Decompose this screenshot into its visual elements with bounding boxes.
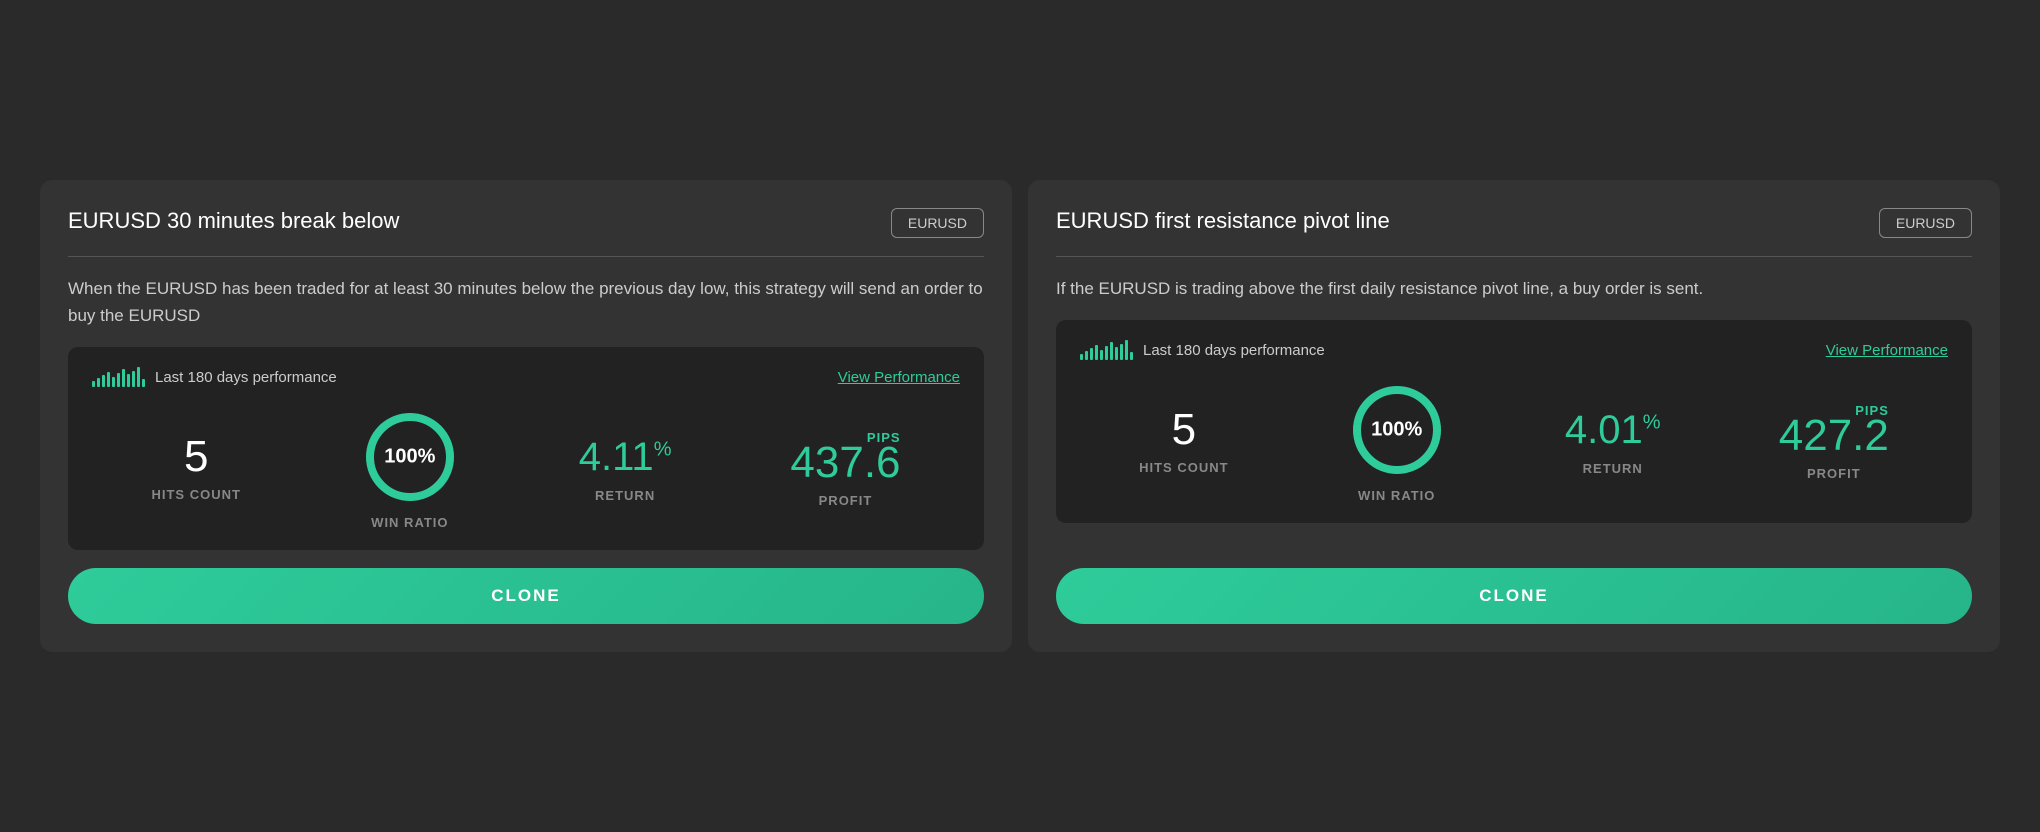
clone-button[interactable]: CLONE: [68, 568, 984, 624]
cards-container: EURUSD 30 minutes break below EURUSD Whe…: [20, 160, 2020, 672]
profit-metric: PIPS 437.6 PROFIT: [790, 430, 900, 508]
return-metric: 4.01% RETURN: [1565, 408, 1661, 476]
return-label: RETURN: [595, 488, 655, 503]
card-title: EURUSD 30 minutes break below: [68, 208, 875, 234]
card-divider: [68, 256, 984, 257]
performance-box: Last 180 days performance View Performan…: [1056, 320, 1972, 523]
hits-count-value: 5: [1172, 408, 1196, 452]
view-performance-link[interactable]: View Performance: [838, 369, 960, 386]
strategy-card-1: EURUSD 30 minutes break below EURUSD Whe…: [40, 180, 1012, 652]
profit-container: PIPS 437.6: [790, 430, 900, 485]
performance-label: Last 180 days performance: [1143, 342, 1325, 359]
return-value: 4.11%: [579, 435, 672, 480]
hits-count-metric: 5 HITS COUNT: [1139, 408, 1228, 475]
win-ratio-label-inner: 100%: [384, 446, 435, 469]
bars-chart-icon: [92, 367, 145, 387]
win-ratio-metric: 100% WIN RATIO: [360, 407, 460, 530]
performance-header: Last 180 days performance View Performan…: [92, 367, 960, 387]
card-header: EURUSD 30 minutes break below EURUSD: [68, 208, 984, 238]
performance-metrics: 5 HITS COUNT 100% WIN RATIO: [1080, 380, 1948, 503]
win-ratio-metric: 100% WIN RATIO: [1347, 380, 1447, 503]
return-metric: 4.11% RETURN: [579, 435, 672, 503]
return-label: RETURN: [1583, 461, 1643, 476]
card-title: EURUSD first resistance pivot line: [1056, 208, 1863, 234]
win-ratio-donut: 100%: [1347, 380, 1447, 480]
profit-metric: PIPS 427.2 PROFIT: [1779, 403, 1889, 481]
bars-chart-icon: [1080, 340, 1133, 360]
win-ratio-label: WIN RATIO: [371, 515, 448, 530]
profit-value: 427.2: [1779, 414, 1889, 458]
hits-count-label: HITS COUNT: [151, 487, 240, 502]
win-ratio-donut: 100%: [360, 407, 460, 507]
view-performance-link[interactable]: View Performance: [1826, 342, 1948, 359]
profit-value: 437.6: [790, 441, 900, 485]
profit-label: PROFIT: [819, 493, 873, 508]
hits-count-value: 5: [184, 435, 208, 479]
card-description: When the EURUSD has been traded for at l…: [68, 275, 984, 329]
performance-box: Last 180 days performance View Performan…: [68, 347, 984, 550]
profit-container: PIPS 427.2: [1779, 403, 1889, 458]
performance-metrics: 5 HITS COUNT 100% WIN RATIO: [92, 407, 960, 530]
win-ratio-label: WIN RATIO: [1358, 488, 1435, 503]
hits-count-metric: 5 HITS COUNT: [151, 435, 240, 502]
performance-label-group: Last 180 days performance: [92, 367, 337, 387]
card-badge: EURUSD: [891, 208, 984, 238]
win-ratio-label-inner: 100%: [1371, 419, 1422, 442]
card-description: If the EURUSD is trading above the first…: [1056, 275, 1972, 302]
profit-label: PROFIT: [1807, 466, 1861, 481]
performance-label: Last 180 days performance: [155, 369, 337, 386]
performance-label-group: Last 180 days performance: [1080, 340, 1325, 360]
performance-header: Last 180 days performance View Performan…: [1080, 340, 1948, 360]
strategy-card-2: EURUSD first resistance pivot line EURUS…: [1028, 180, 2000, 652]
card-divider: [1056, 256, 1972, 257]
card-header: EURUSD first resistance pivot line EURUS…: [1056, 208, 1972, 238]
card-badge: EURUSD: [1879, 208, 1972, 238]
hits-count-label: HITS COUNT: [1139, 460, 1228, 475]
return-value: 4.01%: [1565, 408, 1661, 453]
clone-button[interactable]: CLONE: [1056, 568, 1972, 624]
